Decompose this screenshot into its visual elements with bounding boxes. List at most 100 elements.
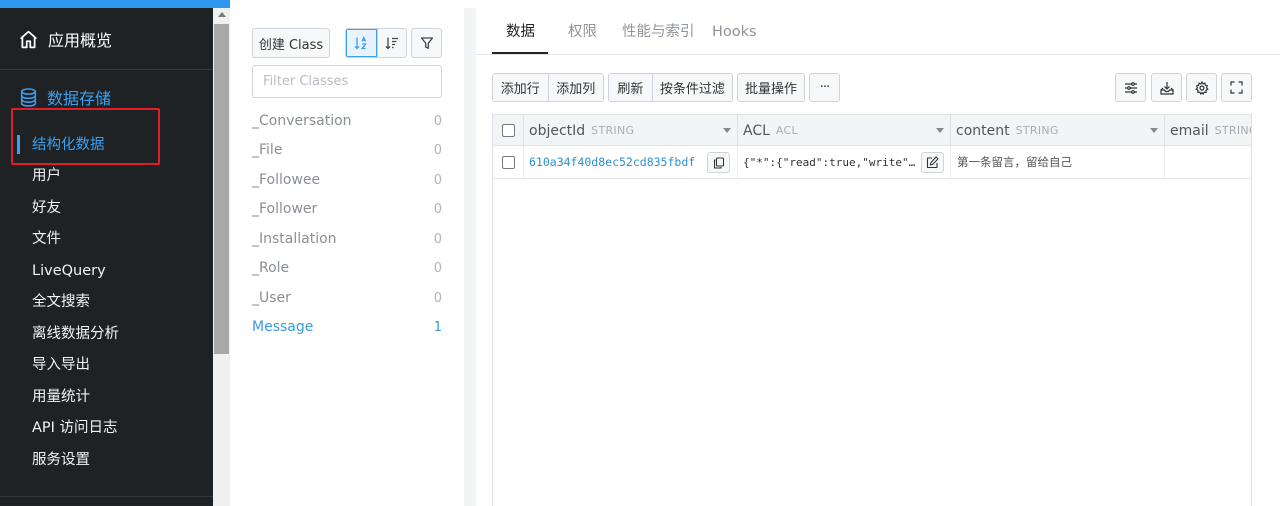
refresh-button[interactable]: 刷新 xyxy=(609,74,652,101)
sort-desc-button[interactable] xyxy=(376,29,406,57)
class-item[interactable]: _User 0 xyxy=(252,288,442,308)
sidebar-item-users[interactable]: 用户 xyxy=(32,166,61,186)
sidebar-item-usage-stats[interactable]: 用量统计 xyxy=(32,387,90,407)
more-group: ··· xyxy=(809,73,840,102)
column-dropdown-icon[interactable] xyxy=(936,128,944,133)
refresh-filter-button-group: 刷新 按条件过滤 xyxy=(608,73,733,102)
export-download-button[interactable] xyxy=(1151,73,1182,102)
tab-data[interactable]: 数据 xyxy=(506,22,535,42)
column-header-email[interactable]: email STRING xyxy=(1165,115,1251,146)
class-item[interactable]: _Conversation 0 xyxy=(252,111,442,131)
class-count: 0 xyxy=(433,142,442,158)
row-column-button-group: 添加行 添加列 xyxy=(492,73,604,102)
add-row-button[interactable]: 添加行 xyxy=(493,74,548,101)
class-count: 0 xyxy=(433,201,442,217)
sort-desc-icon xyxy=(385,37,398,50)
data-storage-label: 数据存储 xyxy=(47,89,112,108)
column-type: STRING xyxy=(1015,124,1059,137)
class-item[interactable]: _Followee 0 xyxy=(252,170,442,190)
column-type: STRING xyxy=(591,124,635,137)
add-column-button[interactable]: 添加列 xyxy=(547,74,604,101)
tab-hooks[interactable]: Hooks xyxy=(712,22,757,42)
cell-content[interactable]: 第一条留言，留给自己 xyxy=(951,146,1165,178)
funnel-icon xyxy=(420,37,433,49)
batch-operations-button[interactable]: 批量操作 xyxy=(738,74,804,101)
sort-toggle-group xyxy=(345,28,407,58)
class-item[interactable]: _Installation 0 xyxy=(252,229,442,249)
select-all-checkbox[interactable] xyxy=(501,124,515,137)
sort-alpha-button[interactable] xyxy=(346,29,377,57)
class-count: 0 xyxy=(433,290,442,306)
column-name: ACL xyxy=(743,122,770,139)
settings-button[interactable] xyxy=(1186,73,1217,102)
filter-by-condition-button[interactable]: 按条件过滤 xyxy=(651,74,732,101)
home-icon xyxy=(20,30,37,48)
class-name: _Followee xyxy=(252,172,321,188)
class-count: 0 xyxy=(433,231,442,247)
column-name: email xyxy=(1170,122,1209,139)
class-name: _Installation xyxy=(252,231,337,247)
column-name: content xyxy=(956,122,1010,139)
class-name: Message xyxy=(252,319,314,335)
class-item[interactable]: _File 0 xyxy=(252,140,442,160)
class-item-selected[interactable]: Message 1 xyxy=(252,317,442,337)
row-select-cell xyxy=(493,146,524,178)
app-overview-link[interactable]: 应用概览 xyxy=(18,28,112,50)
class-count: 0 xyxy=(433,113,442,129)
cell-acl[interactable]: {"*":{"read":true,"write"… xyxy=(738,146,951,178)
data-storage-section[interactable]: 数据存储 xyxy=(20,86,111,108)
sidebar-item-full-text-search[interactable]: 全文搜索 xyxy=(32,292,90,312)
column-dropdown-icon[interactable] xyxy=(1150,128,1158,133)
class-item[interactable]: _Role 0 xyxy=(252,258,442,278)
sidebar-item-files[interactable]: 文件 xyxy=(32,229,61,249)
table-row[interactable]: 610a34f40d8ec52cd835fbdf {"*":{"read":tr… xyxy=(493,146,1251,179)
class-count: 0 xyxy=(433,260,442,276)
fullscreen-button[interactable] xyxy=(1221,73,1252,102)
cell-email[interactable] xyxy=(1165,146,1251,178)
sidebar-item-import-export[interactable]: 导入导出 xyxy=(32,355,90,375)
row-checkbox[interactable] xyxy=(501,155,515,169)
class-name: _Follower xyxy=(252,201,318,217)
sidebar-item-friends[interactable]: 好友 xyxy=(32,198,61,218)
class-item[interactable]: _Follower 0 xyxy=(252,199,442,219)
class-name: _User xyxy=(252,290,291,306)
create-class-button[interactable]: 创建 Class xyxy=(252,28,330,58)
filter-classes-input[interactable] xyxy=(252,65,442,98)
table-header: objectId STRING ACL ACL content STRING e… xyxy=(493,114,1251,146)
column-name: objectId xyxy=(529,122,586,139)
column-header-objectid[interactable]: objectId STRING xyxy=(524,115,738,146)
class-name: _File xyxy=(252,142,283,158)
tab-performance-index[interactable]: 性能与索引 xyxy=(622,22,695,42)
sidebar: 应用概览 数据存储 结构化数据 用户 好友 文件 LiveQuery 全文搜索 … xyxy=(0,0,213,506)
highlight-annotation-box xyxy=(11,108,160,165)
column-header-acl[interactable]: ACL ACL xyxy=(738,115,951,146)
tab-permissions[interactable]: 权限 xyxy=(568,22,597,42)
sidebar-item-livequery[interactable]: LiveQuery xyxy=(32,261,106,281)
class-count: 0 xyxy=(433,172,442,188)
columns-settings-icon xyxy=(1124,81,1137,94)
batch-ops-group: 批量操作 xyxy=(737,73,805,102)
filter-classes-button[interactable] xyxy=(411,28,442,58)
more-options-button[interactable]: ··· xyxy=(810,74,839,101)
sidebar-scrollbar-thumb[interactable] xyxy=(214,24,229,354)
copy-id-button[interactable] xyxy=(707,152,730,173)
object-id-value[interactable]: 610a34f40d8ec52cd835fbdf xyxy=(529,155,695,169)
sidebar-item-offline-analytics[interactable]: 离线数据分析 xyxy=(32,324,119,344)
top-accent-bar xyxy=(0,0,230,8)
gear-icon xyxy=(1194,80,1209,95)
sidebar-item-service-settings[interactable]: 服务设置 xyxy=(32,450,90,470)
data-table: objectId STRING ACL ACL content STRING e… xyxy=(492,114,1252,506)
column-type: STRING xyxy=(1214,124,1251,137)
scroll-up-arrow-icon[interactable] xyxy=(218,12,226,17)
column-header-content[interactable]: content STRING xyxy=(951,115,1165,146)
column-type: ACL xyxy=(775,124,798,137)
class-name: _Conversation xyxy=(252,113,352,129)
cell-objectid[interactable]: 610a34f40d8ec52cd835fbdf xyxy=(524,146,738,178)
edit-icon xyxy=(926,156,939,169)
class-count: 1 xyxy=(433,319,442,335)
content-value: 第一条留言，留给自己 xyxy=(957,155,1072,169)
column-settings-button[interactable] xyxy=(1115,73,1146,102)
sidebar-item-api-access-log[interactable]: API 访问日志 xyxy=(32,418,118,438)
column-dropdown-icon[interactable] xyxy=(723,128,731,133)
edit-acl-button[interactable] xyxy=(921,152,944,173)
